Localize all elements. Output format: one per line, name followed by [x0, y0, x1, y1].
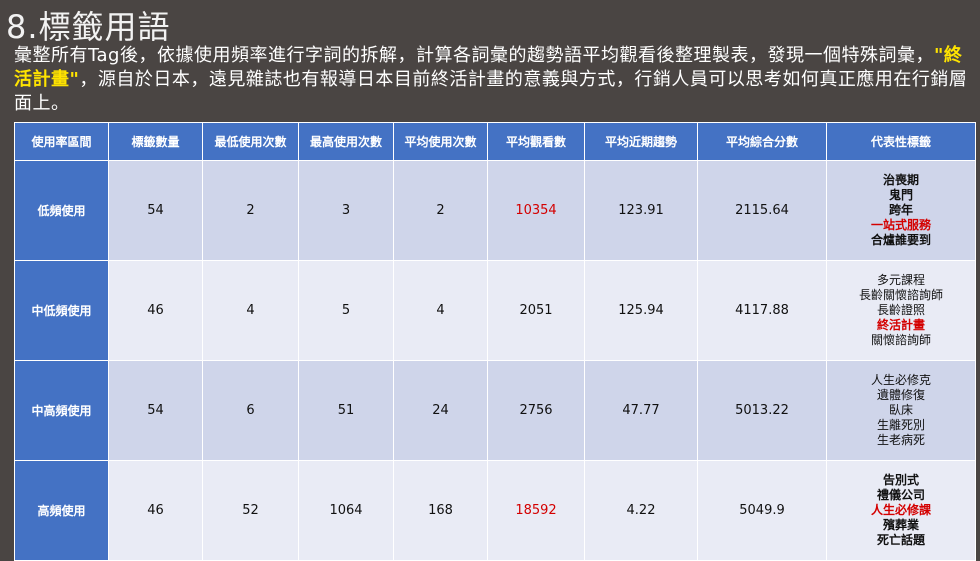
trend-cell: 47.77: [584, 360, 698, 461]
avg-cell: 24: [393, 360, 488, 461]
header-trend: 平均近期趨勢: [584, 122, 698, 161]
tag-item: 生老病死: [876, 433, 925, 447]
header-avg: 平均使用次數: [393, 122, 488, 161]
tag-item: 多元課程: [876, 273, 925, 287]
tag-item: 殯葬業: [882, 518, 919, 532]
count-cell: 54: [108, 360, 203, 461]
tag-usage-table: 使用率區間 標籤數量 最低使用次數 最高使用次數 平均使用次數 平均觀看數 平均…: [14, 122, 976, 561]
header-tags: 代表性標籤: [826, 122, 976, 161]
count-cell: 46: [108, 260, 203, 361]
tag-item: 人生必修課: [870, 503, 931, 517]
table-row: 高頻使用 46 52 1064 168 18592 4.22 5049.9 告別式 禮儀公司 人生必…: [14, 460, 976, 561]
header-score: 平均綜合分數: [697, 122, 827, 161]
table-row: 中高頻使用 54 6 51 24 2756 47.77 5013.22 人生必修克 遺體修復 臥床生…: [14, 360, 976, 461]
tag-item: 一站式服務: [870, 218, 931, 232]
tag-item: 長齡證照: [876, 303, 925, 317]
intro-text-end: ，源自於日本，遠見雜誌也有報導日本目前終活計畫的意義與方式，行銷人員可以思考如何…: [14, 69, 968, 114]
count-cell: 46: [108, 460, 203, 561]
band-cell: 高頻使用: [14, 460, 109, 561]
tag-item: 生離死別: [876, 418, 925, 432]
tag-item: 告別式: [882, 473, 919, 487]
tag-item: 鬼門: [888, 188, 913, 202]
header-count: 標籤數量: [108, 122, 203, 161]
min-cell: 4: [202, 260, 299, 361]
band-cell: 低頻使用: [14, 160, 109, 261]
score-cell: 4117.88: [697, 260, 827, 361]
tags-cell: 多元課程 長齡關懷諮詢師 長齡證照 終活計畫 關懷諮詢師: [826, 260, 976, 361]
views-cell: 10354: [487, 160, 585, 261]
tag-item: 合爐誰要到: [870, 233, 931, 247]
header-views: 平均觀看數: [487, 122, 585, 161]
max-cell: 1064: [298, 460, 394, 561]
count-cell: 54: [108, 160, 203, 261]
intro-paragraph: 彙整所有Tag後，依據使用頻率進行字詞的拆解，計算各詞彙的趨勢語平均觀看後整理製…: [14, 44, 974, 116]
max-cell: 51: [298, 360, 394, 461]
views-cell: 2756: [487, 360, 585, 461]
tag-item: 終活計畫: [876, 318, 925, 332]
intro-text: 彙整所有Tag後，依據使用頻率進行字詞的拆解，計算各詞彙的趨勢語平均觀看後整理製…: [14, 45, 934, 66]
tag-item: 治喪期: [882, 173, 919, 187]
tag-item: 禮儀公司: [876, 488, 925, 502]
tags-cell: 治喪期 鬼門 跨年 一站式服務 合爐誰要到: [826, 160, 976, 261]
table-row: 中低頻使用 46 4 5 4 2051 125.94 4117.88 多元課程 長齡關懷諮詢師 長齡…: [14, 260, 976, 361]
views-cell: 2051: [487, 260, 585, 361]
min-cell: 52: [202, 460, 299, 561]
max-cell: 5: [298, 260, 394, 361]
band-cell: 中低頻使用: [14, 260, 109, 361]
score-cell: 5049.9: [697, 460, 827, 561]
tags-cell: 告別式 禮儀公司 人生必修課 殯葬業 死亡話題: [826, 460, 976, 561]
tag-item: 關懷諮詢師: [870, 333, 931, 347]
band-cell: 中高頻使用: [14, 360, 109, 461]
score-cell: 5013.22: [697, 360, 827, 461]
score-cell: 2115.64: [697, 160, 827, 261]
table-row: 低頻使用 54 2 3 2 10354 123.91 2115.64 治喪期 鬼門 跨年 一站式服務合…: [14, 160, 976, 261]
tag-item: 遺體修復: [876, 388, 925, 402]
tag-item: 跨年: [888, 203, 913, 217]
trend-cell: 4.22: [584, 460, 698, 561]
trend-cell: 125.94: [584, 260, 698, 361]
header-band: 使用率區間: [14, 122, 109, 161]
trend-cell: 123.91: [584, 160, 698, 261]
avg-cell: 2: [393, 160, 488, 261]
tag-item: 臥床: [888, 403, 913, 417]
header-min: 最低使用次數: [202, 122, 299, 161]
tag-item: 長齡關懷諮詢師: [858, 288, 943, 302]
tags-cell: 人生必修克 遺體修復 臥床 生離死別 生老病死: [826, 360, 976, 461]
views-cell: 18592: [487, 460, 585, 561]
avg-cell: 4: [393, 260, 488, 361]
header-max: 最高使用次數: [298, 122, 394, 161]
tag-item: 死亡話題: [876, 533, 925, 547]
min-cell: 6: [202, 360, 299, 461]
max-cell: 3: [298, 160, 394, 261]
page-title: 8.標籤用語: [6, 8, 171, 46]
avg-cell: 168: [393, 460, 488, 561]
min-cell: 2: [202, 160, 299, 261]
table-header-row: 使用率區間 標籤數量 最低使用次數 最高使用次數 平均使用次數 平均觀看數 平均…: [14, 122, 976, 161]
tag-item: 人生必修克: [870, 373, 931, 387]
